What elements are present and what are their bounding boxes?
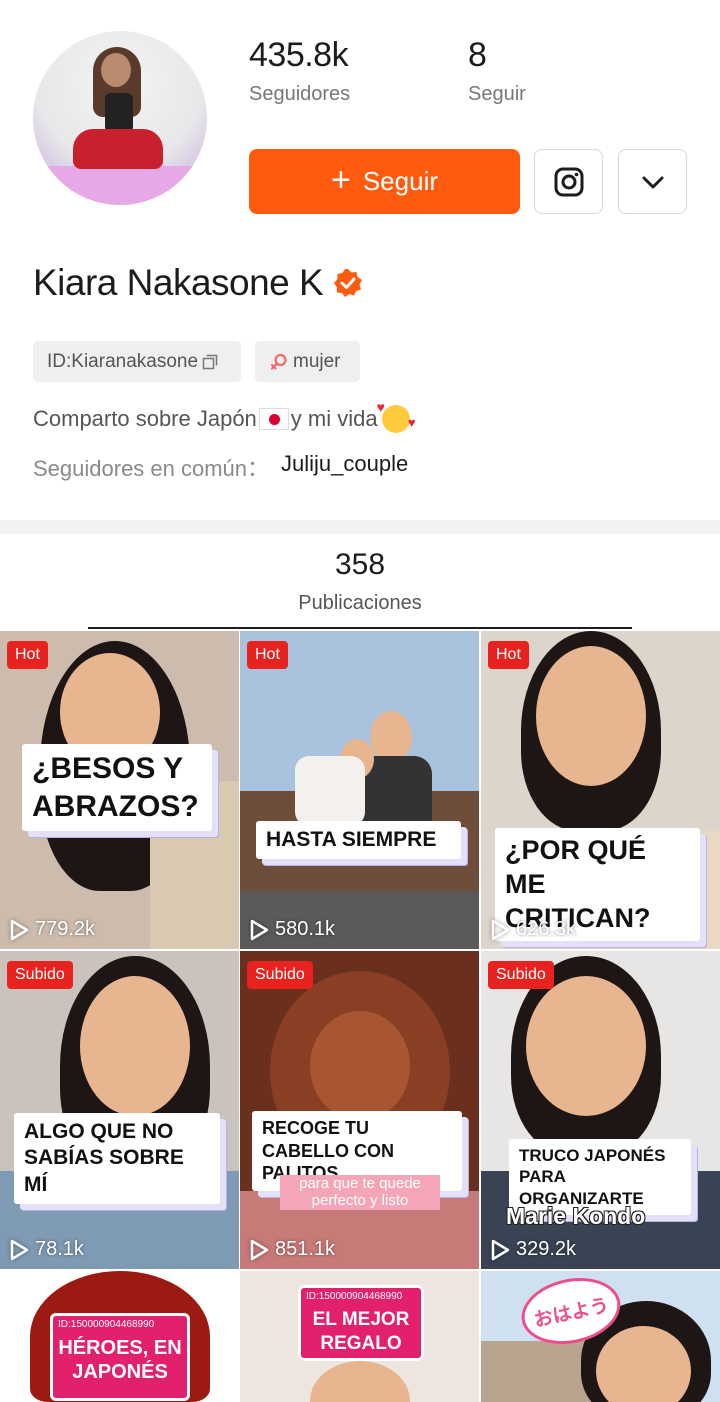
subido-badge: Subido	[7, 961, 73, 989]
mutual-followers-label: Seguidores en común：	[33, 456, 270, 481]
profile-avatar[interactable]	[33, 31, 207, 205]
view-count-value: 626.3k	[516, 918, 577, 940]
post-caption: EL MEJOR REGALO	[312, 1309, 410, 1354]
female-symbol-icon	[270, 353, 287, 370]
view-count: 779.2k	[9, 918, 95, 941]
copy-icon	[202, 354, 218, 369]
bio-text-part-1: Comparto sobre Japón	[33, 406, 257, 431]
post-tile[interactable]: ID:150000904468990 HÉROES, EN JAPONÉS	[0, 1271, 239, 1402]
view-count-value: 851.1k	[275, 1238, 336, 1260]
post-card: ID:150000904468990 EL MEJOR REGALO	[298, 1285, 424, 1361]
post-caption: HÉROES, EN JAPONÉS	[58, 1337, 182, 1383]
instagram-icon	[554, 167, 583, 196]
followers-label: Seguidores	[249, 83, 351, 105]
tab-underline	[88, 627, 632, 629]
view-count-value: 329.2k	[516, 1238, 577, 1260]
chevron-down-icon	[642, 176, 663, 188]
mutual-followers[interactable]: Seguidores en común： Juliju_couple	[33, 451, 408, 483]
profile-name: Kiara Nakasone K	[33, 262, 324, 303]
following-label: Seguir	[468, 83, 526, 105]
play-icon	[250, 1239, 269, 1260]
post-tile[interactable]: おはよう	[481, 1271, 720, 1402]
post-card-id: ID:150000904468990	[306, 1291, 403, 1302]
play-icon	[10, 919, 29, 940]
followers-stat[interactable]: 435.8k Seguidores	[249, 36, 350, 106]
following-count: 8	[468, 36, 487, 74]
view-count: 626.3k	[490, 918, 576, 941]
post-tile[interactable]: Subido TRUCO JAPONÉS PARA ORGANIZARTE Ma…	[481, 951, 720, 1269]
post-tile[interactable]: Hot ¿POR QUÉ ME CRITICAN? 626.3k	[481, 631, 720, 949]
posts-count: 358	[334, 548, 386, 581]
subido-badge: Subido	[247, 961, 313, 989]
post-tile[interactable]: Subido ALGO QUE NO SABÍAS SOBRE MÍ 78.1k	[0, 951, 239, 1269]
follow-button[interactable]: + Seguir	[249, 149, 520, 214]
mutual-follower-user[interactable]: Juliju_couple	[281, 451, 408, 483]
subido-badge: Subido	[488, 961, 554, 989]
bio-text-part-2: y mi vida	[290, 406, 378, 431]
instagram-button[interactable]	[534, 149, 603, 214]
verified-badge-icon	[334, 269, 363, 297]
view-count: 78.1k	[9, 1238, 84, 1261]
posts-grid: Hot ¿BESOS Y ABRAZOS? 779.2k Hot HASTA S…	[0, 631, 720, 1402]
view-count-value: 78.1k	[35, 1238, 84, 1260]
post-tile[interactable]: Hot HASTA SIEMPRE 580.1k	[240, 631, 479, 949]
gender-chip: mujer	[255, 341, 360, 382]
following-stat[interactable]: 8 Seguir	[468, 36, 526, 106]
profile-name-row: Kiara Nakasone K	[33, 262, 363, 304]
post-tile[interactable]: Hot ¿BESOS Y ABRAZOS? 779.2k	[0, 631, 239, 949]
post-tile[interactable]: ID:150000904468990 EL MEJOR REGALO	[240, 1271, 479, 1402]
play-icon	[10, 1239, 29, 1260]
japan-flag-icon	[258, 408, 289, 430]
view-count: 580.1k	[249, 918, 335, 941]
hot-badge: Hot	[247, 641, 288, 669]
hot-badge: Hot	[488, 641, 529, 669]
hot-badge: Hot	[7, 641, 48, 669]
section-divider	[0, 520, 720, 534]
post-subcaption: para que te quede perfecto y listo	[280, 1175, 440, 1210]
tab-posts[interactable]: 358 Publicaciones	[0, 548, 720, 615]
more-options-button[interactable]	[618, 149, 687, 214]
followers-count: 435.8k	[249, 36, 349, 74]
smiling-face-with-hearts-icon	[377, 399, 416, 433]
play-icon	[250, 919, 269, 940]
posts-label: Publicaciones	[298, 592, 422, 614]
view-count-value: 580.1k	[275, 918, 336, 940]
play-icon	[491, 1239, 510, 1260]
profile-bio: Comparto sobre Japón y mi vida	[33, 399, 416, 433]
post-caption: ¿BESOS Y ABRAZOS?	[22, 744, 212, 831]
post-card: ID:150000904468990 HÉROES, EN JAPONÉS	[50, 1313, 190, 1401]
follow-button-label: Seguir	[362, 166, 438, 196]
user-id: ID:Kiaranakasone	[47, 350, 199, 372]
gender-label: mujer	[293, 350, 341, 372]
user-id-chip[interactable]: ID:Kiaranakasone	[33, 341, 241, 382]
view-count: 851.1k	[249, 1238, 335, 1261]
view-count: 329.2k	[490, 1238, 576, 1261]
play-icon	[491, 919, 510, 940]
post-subcaption: Marie Kondo	[506, 1203, 646, 1229]
plus-icon: +	[330, 160, 351, 199]
post-card-id: ID:150000904468990	[58, 1319, 155, 1330]
post-tile[interactable]: Subido RECOGE TU CABELLO CON PALITOS par…	[240, 951, 479, 1269]
view-count-value: 779.2k	[35, 918, 96, 940]
post-caption: ALGO QUE NO SABÍAS SOBRE MÍ	[14, 1113, 220, 1204]
post-caption: HASTA SIEMPRE	[256, 821, 461, 860]
